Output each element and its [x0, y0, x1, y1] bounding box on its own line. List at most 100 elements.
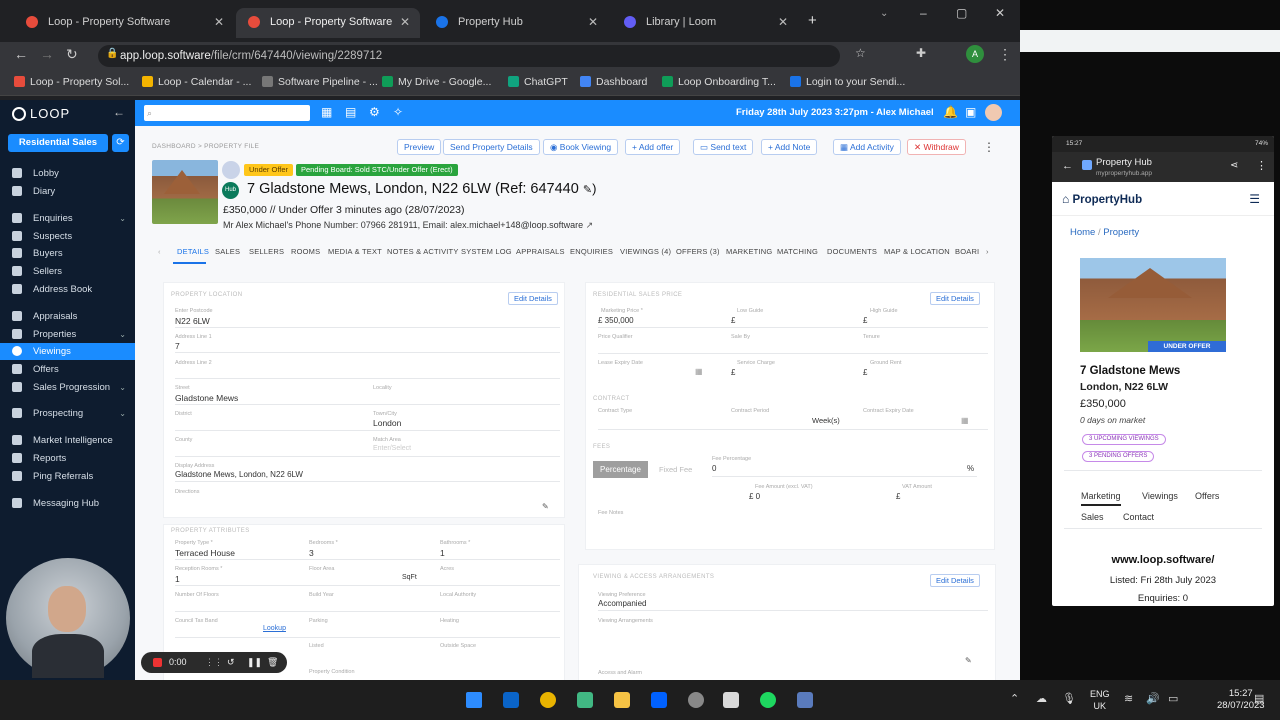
browser-menu-icon[interactable]: ⋮: [998, 46, 1012, 63]
tab-appraisals[interactable]: APPRAISALS: [516, 247, 565, 256]
back-icon[interactable]: ←: [14, 46, 28, 62]
browser-tab-2[interactable]: Loop - Property Software ✕: [236, 8, 420, 38]
marketing-price-field[interactable]: £ 350,000: [598, 316, 634, 325]
tools-icon[interactable]: ✧: [393, 105, 403, 119]
sidebar-item-sellers[interactable]: Sellers: [0, 263, 135, 280]
send-text-button[interactable]: ▭ Send text: [693, 139, 754, 155]
tab-map-location[interactable]: MAP & LOCATION: [884, 247, 950, 256]
url-field[interactable]: app.loop.software/file/crm/647440/viewin…: [98, 45, 840, 67]
share-icon[interactable]: ⋖: [1230, 160, 1238, 171]
display-address-field[interactable]: Gladstone Mews, London, N22 6LW: [175, 470, 303, 479]
wifi-icon[interactable]: ≋: [1124, 692, 1133, 705]
hamburger-icon[interactable]: ☰: [1249, 192, 1260, 206]
preview-button[interactable]: Preview: [397, 139, 442, 155]
microphone-icon[interactable]: 🎙: [1062, 692, 1076, 705]
close-tab-icon[interactable]: ✕: [588, 8, 598, 36]
match-area-select[interactable]: Enter/Select: [373, 445, 411, 452]
ground-rent-field[interactable]: £: [863, 368, 867, 377]
close-tab-icon[interactable]: ✕: [778, 8, 788, 36]
tab-system-log[interactable]: SYSTEM LOG: [461, 247, 512, 256]
vat-amount-field[interactable]: £: [896, 492, 900, 501]
fee-percentage-field[interactable]: 0: [712, 464, 716, 473]
sidebar-item-ping-referrals[interactable]: Ping Referrals: [0, 468, 135, 485]
address-line1-field[interactable]: 7: [175, 341, 180, 351]
tab-sales[interactable]: SALES: [215, 247, 240, 256]
tab-matching[interactable]: MATCHING: [777, 247, 818, 256]
viewing-preference-select[interactable]: Accompanied: [598, 599, 646, 608]
property-photo[interactable]: [152, 160, 218, 224]
maximize-icon[interactable]: ▢: [956, 6, 967, 20]
sidebar-item-properties[interactable]: Properties ⌄: [0, 326, 135, 343]
street-field[interactable]: Gladstone Mews: [175, 393, 238, 403]
low-guide-field[interactable]: £: [731, 316, 735, 325]
bookmark-star-icon[interactable]: ☆: [855, 46, 866, 60]
settings-icon[interactable]: ⚙: [369, 105, 380, 119]
percentage-toggle[interactable]: Percentage: [593, 461, 648, 478]
residential-sales-button[interactable]: Residential Sales: [8, 134, 108, 152]
lookup-link[interactable]: Lookup: [263, 625, 286, 632]
postcode-field[interactable]: N22 6LW: [175, 316, 210, 326]
sidebar-item-offers[interactable]: Offers: [0, 361, 135, 378]
tab-documents[interactable]: DOCUMENTS: [827, 247, 877, 256]
sidebar-item-buyers[interactable]: Buyers: [0, 245, 135, 262]
pause-icon[interactable]: ❚❚: [247, 652, 262, 673]
tabs-scroll-right-icon[interactable]: ›: [986, 247, 989, 256]
restart-icon[interactable]: ↺: [227, 652, 235, 673]
add-offer-button[interactable]: + Add offer: [625, 139, 681, 155]
phone-tab-marketing[interactable]: Marketing: [1081, 491, 1121, 506]
tab-rooms[interactable]: ROOMS: [291, 247, 320, 256]
property-type-select[interactable]: Terraced House: [175, 548, 235, 558]
reload-icon[interactable]: ↻: [66, 46, 78, 63]
outlook-icon[interactable]: [503, 692, 519, 708]
withdraw-button[interactable]: ✕ Withdraw: [907, 139, 966, 155]
sidebar-item-enquiries[interactable]: Enquiries ⌄: [0, 210, 135, 227]
edit-location-button[interactable]: Edit Details: [508, 292, 558, 305]
bookmark-2[interactable]: Loop - Calendar - ...: [142, 76, 251, 88]
battery-icon[interactable]: ▭: [1168, 692, 1178, 705]
document-icon[interactable]: ▤: [345, 105, 356, 119]
tab-viewings[interactable]: VIEWINGS (4): [620, 247, 671, 256]
phone-property-photo[interactable]: [1080, 258, 1226, 352]
bell-icon[interactable]: 🔔: [943, 105, 958, 119]
service-charge-field[interactable]: £: [731, 368, 735, 377]
tab-sellers[interactable]: SELLERS: [249, 247, 284, 256]
sidebar-item-messaging-hub[interactable]: Messaging Hub: [0, 495, 135, 512]
calendar-icon[interactable]: ▦: [961, 416, 969, 425]
new-tab-icon[interactable]: +: [808, 12, 817, 29]
reception-rooms-field[interactable]: 1: [175, 574, 180, 584]
drag-grid-icon[interactable]: ⋮⋮: [205, 652, 223, 673]
sidebar-item-address-book[interactable]: Address Book: [0, 281, 135, 298]
user-avatar[interactable]: [985, 104, 1002, 121]
external-link-icon[interactable]: ↗: [586, 220, 594, 230]
phone-tab-contact[interactable]: Contact: [1123, 512, 1154, 522]
browser-tab-1[interactable]: Loop - Property Software ✕: [14, 8, 234, 38]
bookmark-5[interactable]: ChatGPT: [508, 76, 568, 88]
tab-boards[interactable]: BOARI: [955, 247, 979, 256]
website-link[interactable]: www.loop.software/: [1052, 554, 1274, 566]
sidebar-item-suspects[interactable]: Suspects: [0, 228, 135, 245]
stop-recording-icon[interactable]: [153, 658, 162, 667]
tab-details[interactable]: DETAILS: [177, 247, 209, 256]
sidebar-item-prospecting[interactable]: Prospecting ⌄: [0, 405, 135, 422]
sidebar-item-diary[interactable]: Diary: [0, 183, 135, 200]
book-viewing-button[interactable]: ◉ Book Viewing: [543, 139, 619, 155]
collapse-sidebar-icon[interactable]: ←: [113, 105, 125, 119]
spotify-icon[interactable]: [760, 692, 776, 708]
tab-search-icon[interactable]: ⌄: [880, 8, 888, 19]
bedrooms-field[interactable]: 3: [309, 548, 314, 558]
more-options-icon[interactable]: ⋮: [983, 140, 995, 154]
app-icon[interactable]: [797, 692, 813, 708]
phone-tab-offers[interactable]: Offers: [1195, 491, 1219, 501]
breadcrumb-home[interactable]: Home: [1070, 227, 1095, 238]
bookmark-4[interactable]: My Drive - Google...: [382, 76, 491, 88]
bookmark-8[interactable]: Login to your Sendi...: [790, 76, 905, 88]
contract-period-unit[interactable]: Week(s): [812, 416, 840, 425]
town-field[interactable]: London: [373, 418, 401, 428]
close-tab-icon[interactable]: ✕: [400, 8, 410, 36]
fee-amount-field[interactable]: £ 0: [749, 492, 760, 501]
forward-icon[interactable]: →: [40, 46, 54, 62]
browser-tab-3[interactable]: Property Hub ✕: [424, 8, 608, 38]
refresh-icon[interactable]: ⟳: [112, 134, 129, 152]
search-input[interactable]: ⌕: [144, 105, 310, 121]
settings-icon[interactable]: [688, 692, 704, 708]
